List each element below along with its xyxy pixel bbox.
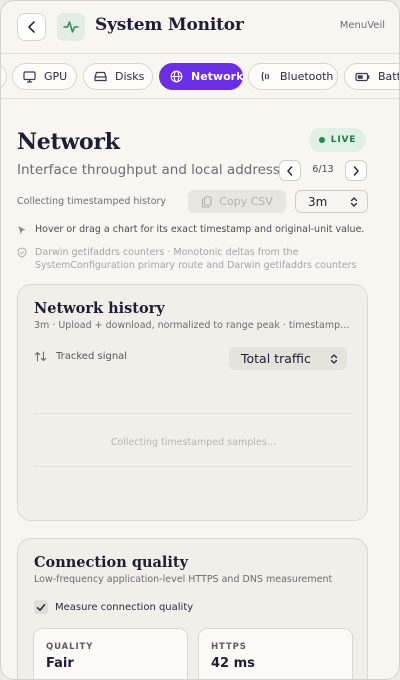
tracked-signal-label: Tracked signal bbox=[34, 351, 127, 362]
next-page-button[interactable] bbox=[345, 160, 367, 181]
card-subtitle: Low-frequency application-level HTTPS an… bbox=[34, 574, 333, 585]
header: System Monitor MenuVeil bbox=[1, 1, 399, 53]
tab-label: GPU bbox=[44, 70, 68, 83]
monitor-icon bbox=[23, 70, 36, 83]
time-range-select[interactable]: 3m bbox=[295, 190, 368, 213]
tab-disks[interactable]: Disks bbox=[83, 63, 153, 90]
card-title: Network history bbox=[34, 300, 165, 317]
hover-hint: Hover or drag a chart for its exact time… bbox=[17, 224, 364, 236]
source-note-line1: Darwin getifaddrs counters · Monotonic d… bbox=[35, 247, 299, 258]
live-label: LIVE bbox=[330, 135, 357, 145]
copy-csv-label: Copy CSV bbox=[219, 195, 273, 208]
network-history-card: Network history 3m · Upload + download, … bbox=[17, 284, 368, 521]
chevron-left-icon bbox=[286, 165, 294, 176]
signal-select-value: Total traffic bbox=[241, 351, 311, 366]
tab-label: Batt bbox=[378, 70, 400, 83]
chart-gridline bbox=[34, 466, 353, 467]
checkmark-icon bbox=[36, 603, 46, 612]
arrows-up-down-icon bbox=[34, 351, 47, 362]
connection-quality-card: Connection quality Low-frequency applica… bbox=[17, 538, 368, 679]
metric-value: Fair bbox=[46, 656, 74, 671]
app-window: System Monitor MenuVeil GPU Disks Networ… bbox=[0, 0, 400, 680]
chart-empty-state: Collecting timestamped samples… bbox=[110, 437, 277, 448]
tab-network[interactable]: Network bbox=[159, 63, 243, 90]
activity-icon bbox=[63, 20, 79, 34]
time-range-value: 3m bbox=[308, 194, 328, 209]
brand-label: MenuVeil bbox=[339, 20, 385, 31]
source-note: Darwin getifaddrs counters · Monotonic d… bbox=[17, 246, 357, 272]
previous-page-button[interactable] bbox=[279, 160, 301, 181]
source-note-line2: SystemConfiguration primary route and Da… bbox=[35, 260, 357, 271]
card-subtitle: 3m · Upload + download, normalized to ra… bbox=[34, 320, 350, 331]
chevron-right-icon bbox=[352, 165, 360, 176]
tab-previous-partial[interactable] bbox=[1, 63, 7, 90]
tab-label: Disks bbox=[115, 70, 145, 83]
pointer-icon bbox=[17, 225, 29, 236]
checkbox[interactable] bbox=[34, 600, 48, 614]
tab-battery[interactable]: Batt bbox=[344, 63, 400, 90]
measure-quality-toggle[interactable]: Measure connection quality bbox=[34, 600, 193, 614]
chevron-up-down-icon bbox=[330, 353, 338, 365]
bluetooth-icon bbox=[259, 70, 272, 83]
metric-label: QUALITY bbox=[46, 642, 94, 652]
chevron-left-icon bbox=[27, 21, 37, 33]
status-text: Collecting timestamped history bbox=[17, 196, 167, 207]
metric-value: 42 ms bbox=[211, 656, 255, 671]
shield-check-icon bbox=[17, 247, 29, 258]
metric-quality: QUALITY Fair bbox=[33, 628, 188, 679]
tab-gpu[interactable]: GPU bbox=[12, 63, 77, 90]
chevron-up-down-icon bbox=[350, 196, 358, 208]
signal-select[interactable]: Total traffic bbox=[229, 347, 347, 370]
copy-icon bbox=[201, 195, 212, 208]
tracked-signal-text: Tracked signal bbox=[56, 351, 128, 362]
drive-icon bbox=[94, 71, 107, 82]
page-title: Network bbox=[17, 129, 120, 155]
live-badge: LIVE bbox=[309, 128, 366, 152]
chart-gridline bbox=[34, 413, 353, 414]
copy-csv-button[interactable]: Copy CSV bbox=[188, 190, 286, 213]
metric-label: HTTPS bbox=[211, 642, 247, 652]
tab-bluetooth[interactable]: Bluetooth bbox=[248, 63, 338, 90]
tab-label: Network bbox=[191, 70, 244, 83]
hover-hint-text: Hover or drag a chart for its exact time… bbox=[35, 224, 365, 235]
page-subtitle: Interface throughput and local addresses bbox=[17, 162, 296, 178]
metric-https: HTTPS 42 ms bbox=[198, 628, 353, 679]
page-counter: 6/13 bbox=[312, 164, 334, 175]
app-icon bbox=[57, 13, 85, 41]
back-button[interactable] bbox=[17, 13, 46, 41]
tab-bar: GPU Disks Network Bluetooth Batt bbox=[1, 53, 400, 99]
tab-label: Bluetooth bbox=[280, 70, 334, 83]
globe-icon bbox=[170, 70, 183, 83]
checkbox-label: Measure connection quality bbox=[55, 601, 194, 613]
app-title: System Monitor bbox=[95, 15, 244, 35]
card-title: Connection quality bbox=[34, 554, 189, 571]
battery-icon bbox=[355, 72, 370, 82]
live-dot-icon bbox=[318, 137, 325, 143]
